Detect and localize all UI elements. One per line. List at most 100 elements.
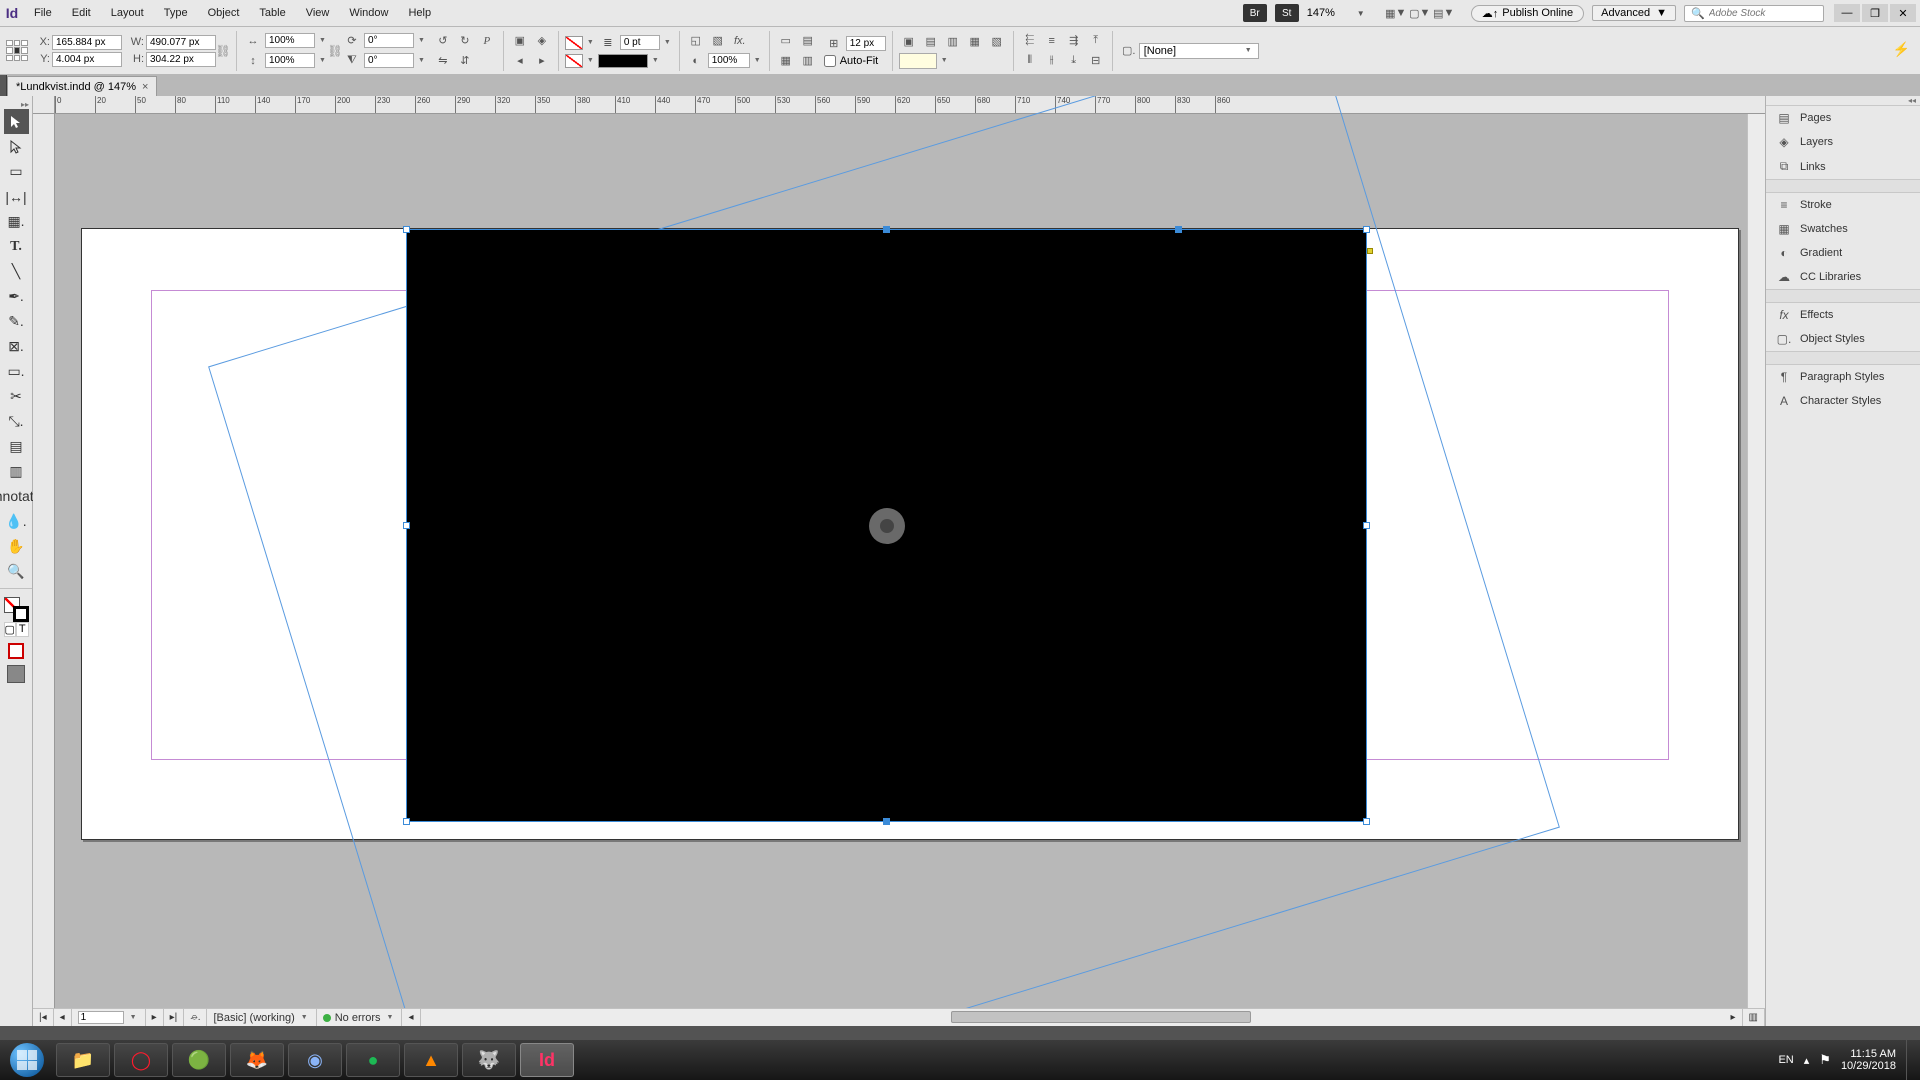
chevron-down-icon[interactable]: ▼	[1357, 9, 1365, 18]
stock-icon[interactable]: St	[1275, 4, 1299, 22]
minimize-button[interactable]: —	[1834, 4, 1860, 22]
x-input[interactable]	[52, 35, 122, 50]
zoom-input[interactable]	[1307, 7, 1357, 19]
fill-stroke-icon[interactable]	[4, 597, 29, 622]
horizontal-ruler[interactable]: 0205080110140170200230260290320350380410…	[55, 96, 1765, 114]
eyedropper-tool-icon[interactable]: 💧.	[4, 509, 29, 534]
taskbar-gimp[interactable]: 🐺	[462, 1043, 516, 1077]
hand-tool-icon[interactable]: ✋	[4, 534, 29, 559]
vertical-ruler[interactable]	[33, 114, 55, 1026]
taskbar-opera[interactable]: ◯	[114, 1043, 168, 1077]
workspace-switcher[interactable]: Advanced ▼	[1592, 5, 1676, 21]
free-transform-tool-icon[interactable]: ⤡.	[4, 409, 29, 434]
zoom-level[interactable]: ▼	[1307, 7, 1377, 19]
menu-view[interactable]: View	[296, 0, 340, 27]
panel-pages[interactable]: ▤Pages	[1766, 106, 1920, 130]
gradient-swatch-tool-icon[interactable]: ▤	[4, 434, 29, 459]
rectangle-tool-icon[interactable]: ▭.	[4, 359, 29, 384]
clock[interactable]: 11:15 AM 10/29/2018	[1841, 1048, 1896, 1072]
ruler-origin[interactable]	[33, 96, 55, 114]
rotate-ccw-icon[interactable]: ↺	[433, 32, 453, 50]
taskbar-explorer[interactable]: 📁	[56, 1043, 110, 1077]
last-page-button[interactable]: ▸|	[164, 1009, 185, 1026]
p-icon[interactable]: P	[477, 32, 497, 50]
rotate-cw-icon[interactable]: ↻	[455, 32, 475, 50]
taskbar-spotify[interactable]: ●	[346, 1043, 400, 1077]
content-grabber-icon[interactable]	[869, 508, 905, 544]
fx-icon[interactable]: fx.	[730, 32, 750, 50]
content-collector-icon[interactable]: ▦.	[4, 209, 29, 234]
align-left-icon[interactable]: ⬱	[1020, 32, 1040, 50]
gap-input[interactable]	[846, 36, 886, 51]
handle-extra[interactable]	[1175, 226, 1182, 233]
panel-stroke[interactable]: ≡Stroke	[1766, 193, 1920, 217]
panel-paragraph-styles[interactable]: ¶Paragraph Styles	[1766, 365, 1920, 389]
pencil-tool-icon[interactable]: ✎.	[4, 309, 29, 334]
language-indicator[interactable]: EN	[1778, 1054, 1793, 1066]
live-corner-icon[interactable]	[1367, 248, 1373, 254]
handle-sw[interactable]	[403, 818, 410, 825]
close-tab-icon[interactable]: ×	[142, 81, 148, 93]
scale-y-input[interactable]	[265, 53, 315, 68]
handle-nw[interactable]	[403, 226, 410, 233]
align-right-icon[interactable]: ⇶	[1064, 32, 1084, 50]
flip-v-icon[interactable]: ⇵	[455, 52, 475, 70]
reference-point[interactable]	[6, 40, 28, 62]
zoom-tool-icon[interactable]: 🔍	[4, 559, 29, 584]
direct-selection-tool-icon[interactable]	[4, 134, 29, 159]
menu-type[interactable]: Type	[154, 0, 198, 27]
handle-e[interactable]	[1363, 522, 1370, 529]
panel-gradient[interactable]: ◐Gradient	[1766, 241, 1920, 265]
selection-tool-icon[interactable]	[4, 109, 29, 134]
page-number-input[interactable]	[78, 1011, 124, 1024]
center-content-icon[interactable]: ▦	[965, 33, 985, 51]
vertical-scrollbar[interactable]	[1747, 114, 1765, 1008]
taskbar-vlc[interactable]: ▲	[404, 1043, 458, 1077]
panel-cc-libraries[interactable]: ☁CC Libraries	[1766, 265, 1920, 289]
flip-h-icon[interactable]: ⇋	[433, 52, 453, 70]
align-top-icon[interactable]: ⤒	[1086, 32, 1106, 50]
first-page-button[interactable]: |◂	[33, 1009, 54, 1026]
next-page-button[interactable]: ▸	[146, 1009, 164, 1026]
y-input[interactable]	[52, 52, 122, 67]
adobe-stock-search[interactable]: 🔍	[1684, 5, 1824, 22]
show-desktop-button[interactable]	[1906, 1040, 1914, 1080]
gradient-feather-tool-icon[interactable]: ▥	[4, 459, 29, 484]
screen-mode-tool-icon[interactable]	[7, 665, 25, 683]
start-button[interactable]	[0, 1040, 54, 1080]
stroke-swatch-icon[interactable]	[565, 54, 583, 68]
wrap-jump-icon[interactable]: ▥	[798, 52, 818, 70]
horizontal-scrollbar[interactable]	[421, 1009, 1725, 1026]
fill-color-swatch[interactable]	[899, 53, 937, 69]
prev-page-button[interactable]: ◂	[54, 1009, 72, 1026]
menu-file[interactable]: File	[24, 0, 62, 27]
screen-mode-icon[interactable]: ▢▼	[1409, 4, 1431, 22]
fit-prop-icon[interactable]: ▧	[987, 33, 1007, 51]
wrap-none-icon[interactable]: ▭	[776, 32, 796, 50]
select-content-icon[interactable]: ◈	[532, 32, 552, 50]
close-button[interactable]: ✕	[1890, 4, 1916, 22]
constrain-scale-icon[interactable]: ⛓	[328, 31, 342, 71]
wrap-bbox-icon[interactable]: ▤	[798, 32, 818, 50]
maximize-button[interactable]: ❐	[1862, 4, 1888, 22]
rectangle-frame-tool-icon[interactable]: ⊠.	[4, 334, 29, 359]
action-center-icon[interactable]: ⚑	[1819, 1052, 1831, 1068]
fit-frame-icon[interactable]: ▥	[943, 33, 963, 51]
align-center-icon[interactable]: ≡	[1042, 32, 1062, 50]
split-view-icon[interactable]: ▥	[1743, 1009, 1765, 1026]
scale-x-input[interactable]	[265, 33, 315, 48]
object-style-icon[interactable]: ▢.	[1119, 42, 1139, 60]
fit-content-icon[interactable]: ▤	[921, 33, 941, 51]
type-tool-icon[interactable]: T.	[4, 234, 29, 259]
status-style[interactable]: [Basic] (working)	[213, 1012, 294, 1024]
scroll-left-button[interactable]: ◂	[402, 1009, 420, 1026]
scissors-tool-icon[interactable]: ✂	[4, 384, 29, 409]
pen-tool-icon[interactable]: ✒.	[4, 284, 29, 309]
wrap-shape-icon[interactable]: ▦	[776, 52, 796, 70]
gap-tool-icon[interactable]: |↔|	[4, 184, 29, 209]
publish-online-button[interactable]: ☁↑ Publish Online	[1471, 5, 1584, 22]
stroke-weight-input[interactable]	[620, 35, 660, 50]
select-container-icon[interactable]: ▣	[510, 32, 530, 50]
view-options-icon[interactable]: ▦▼	[1385, 4, 1407, 22]
next-object-icon[interactable]: ▸	[532, 52, 552, 70]
